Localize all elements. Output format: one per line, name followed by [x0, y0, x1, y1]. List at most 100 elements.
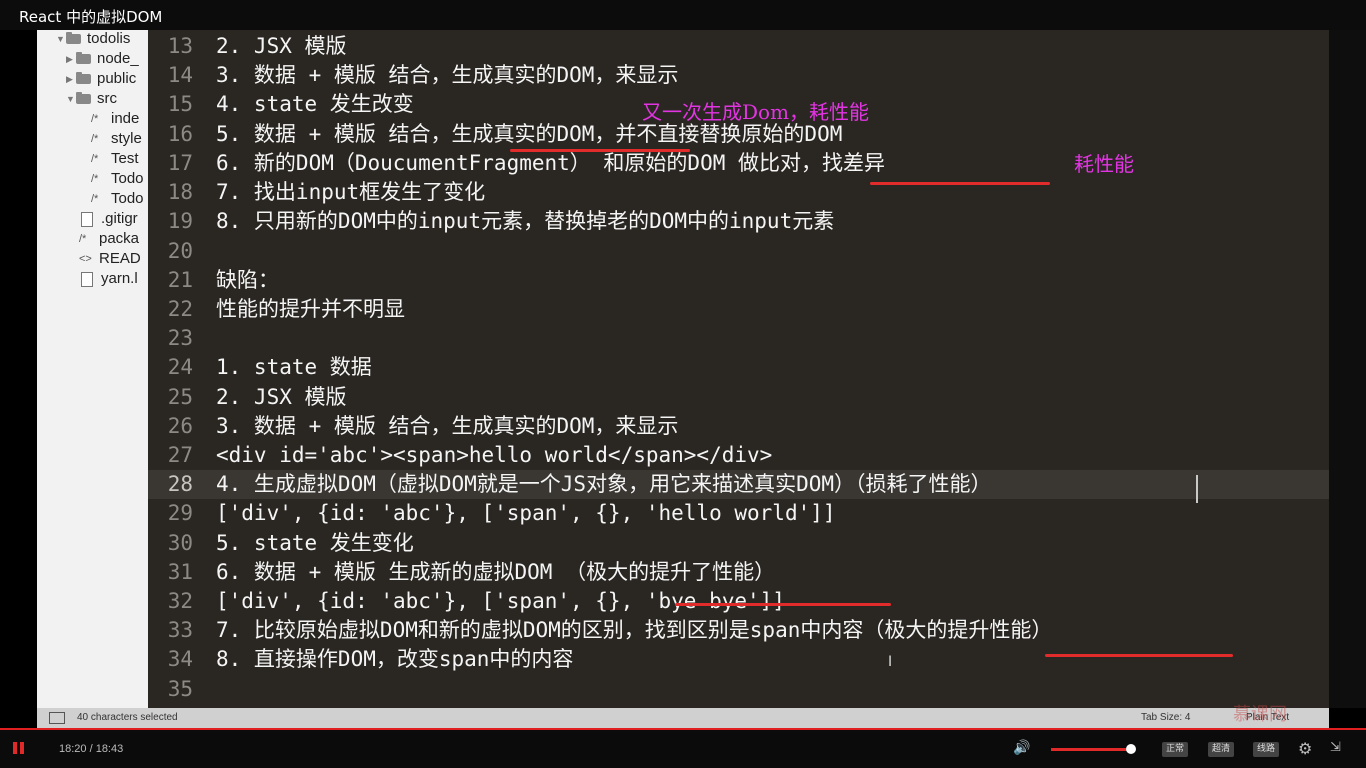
title-bar: React 中的虚拟DOM	[0, 0, 1366, 30]
volume-knob[interactable]	[1126, 744, 1136, 754]
chevron-right-icon: ▶	[66, 53, 73, 64]
line-number: 20	[167, 239, 193, 263]
pause-icon[interactable]	[13, 742, 24, 754]
sidebar-item-index[interactable]: /* inde	[91, 110, 139, 130]
exit-fullscreen-icon[interactable]: ⇲	[1330, 740, 1341, 755]
annotation-regenerate: 又一次生成Dom，耗性能	[642, 100, 870, 124]
code-line[interactable]: 25 2. JSX 模版	[148, 383, 1329, 412]
sidebar-item-style[interactable]: /* style	[91, 130, 142, 150]
code-text: 8. 只用新的DOM中的input元素，替换掉老的DOM中的input元素	[216, 209, 835, 233]
code-line[interactable]: 35	[148, 675, 1329, 704]
sidebar-item-node-modules[interactable]: ▶ node_	[66, 50, 139, 70]
code-text: 8. 直接操作DOM，改变span中的内容	[216, 647, 574, 671]
code-text: 缺陷：	[216, 268, 279, 292]
sidebar-item-src[interactable]: ▼ src	[66, 90, 117, 110]
code-line[interactable]: 23	[148, 324, 1329, 353]
code-line[interactable]: 34 8. 直接操作DOM，改变span中的内容	[148, 645, 1329, 674]
code-line[interactable]: 18 7. 找出input框发生了变化	[148, 178, 1329, 207]
code-file-icon: <>	[79, 253, 92, 266]
gear-icon[interactable]: ⚙	[1298, 739, 1312, 758]
line-number: 24	[167, 355, 193, 379]
code-line[interactable]: 29 ['div', {id: 'abc'}, ['span', {}, 'hel…	[148, 499, 1329, 528]
sidebar-item-package[interactable]: /* packa	[79, 230, 139, 250]
code-line[interactable]: 14 3. 数据 + 模版 结合，生成真实的DOM，来显示	[148, 61, 1329, 90]
sidebar-item-todo-2[interactable]: /* Todo	[91, 190, 144, 210]
route-button[interactable]: 线路	[1253, 742, 1280, 757]
line-number: 19	[167, 209, 193, 233]
code-line[interactable]: 31 6. 数据 + 模版 生成新的虚拟DOM （极大的提升了性能）	[148, 558, 1329, 587]
code-line[interactable]: 21 缺陷：	[148, 266, 1329, 295]
sidebar-item-public[interactable]: ▶ public	[66, 70, 136, 90]
file-icon	[81, 271, 93, 287]
line-number: 30	[167, 531, 193, 555]
code-text: 6. 新的DOM（DoucumentFragment） 和原始的DOM 做比对，…	[216, 151, 886, 175]
code-line-current[interactable]: 28 4. 生成虚拟DOM（虚拟DOM就是一个JS对象，用它来描述真实DOM）（损…	[148, 470, 1329, 499]
code-line[interactable]: 27 <div id='abc'><span>hello world</span>…	[148, 441, 1329, 470]
sidebar-item-test[interactable]: /* Test	[91, 150, 139, 170]
comment-file-icon: /*	[91, 113, 99, 126]
line-number: 21	[167, 268, 193, 292]
folder-icon	[66, 32, 81, 45]
folder-icon	[76, 52, 91, 65]
underline-mark	[1045, 654, 1233, 657]
underline-mark	[870, 182, 1050, 185]
code-line[interactable]: 26 3. 数据 + 模版 结合，生成真实的DOM，来显示	[148, 412, 1329, 441]
line-number: 29	[167, 501, 193, 525]
line-number: 22	[167, 297, 193, 321]
code-line[interactable]: 19 8. 只用新的DOM中的input元素，替换掉老的DOM中的input元素	[148, 207, 1329, 236]
quality-hd-button[interactable]: 超清	[1208, 742, 1235, 757]
line-number: 18	[167, 180, 193, 204]
code-text: 4. state 发生改变	[216, 92, 414, 116]
tab-size-setting[interactable]: Tab Size: 4	[1141, 712, 1190, 723]
line-number: 23	[167, 326, 193, 350]
line-number: 27	[167, 443, 193, 467]
folder-icon	[76, 72, 91, 85]
sidebar-item-yarn-lock[interactable]: yarn.l	[79, 270, 138, 290]
file-icon	[81, 211, 93, 227]
code-line[interactable]: 30 5. state 发生变化	[148, 529, 1329, 558]
sidebar-item-gitignore[interactable]: .gitigr	[79, 210, 138, 230]
code-line[interactable]: 33 7. 比较原始虚拟DOM和新的虚拟DOM的区别，找到区别是span中内容（极…	[148, 616, 1329, 645]
line-number: 33	[167, 618, 193, 642]
file-sidebar: ▼ todolis ▶ node_ ▶ public ▼ src /* inde /* st…	[37, 30, 148, 708]
status-bar: 40 characters selected Tab Size: 4 Plain…	[37, 708, 1329, 728]
code-text: 2. JSX 模版	[216, 34, 347, 58]
underline-mark	[675, 603, 891, 606]
code-line[interactable]: 22 性能的提升并不明显	[148, 295, 1329, 324]
code-text: ['div', {id: 'abc'}, ['span', {}, 'hello…	[216, 501, 836, 525]
line-number: 35	[167, 677, 193, 701]
line-number: 13	[167, 34, 193, 58]
line-number: 15	[167, 92, 193, 116]
quality-normal-button[interactable]: 正常	[1162, 742, 1189, 757]
code-editor[interactable]: 13 2. JSX 模版 14 3. 数据 + 模版 结合，生成真实的DOM，来显示…	[148, 30, 1329, 708]
text-cursor	[1196, 475, 1198, 503]
line-number: 34	[167, 647, 193, 671]
sidebar-item-readme[interactable]: <> READ	[79, 250, 141, 270]
line-number: 14	[167, 63, 193, 87]
line-number: 25	[167, 385, 193, 409]
volume-icon[interactable]: 🔊	[1013, 740, 1030, 756]
ibeam-cursor-icon: I	[888, 654, 893, 670]
code-line[interactable]: 24 1. state 数据	[148, 353, 1329, 382]
selection-status: 40 characters selected	[77, 712, 178, 723]
chevron-down-icon: ▼	[56, 34, 65, 45]
code-line[interactable]: 13 2. JSX 模版	[148, 32, 1329, 61]
code-line[interactable]: 32 ['div', {id: 'abc'}, ['span', {}, 'bye…	[148, 587, 1329, 616]
line-number: 32	[167, 589, 193, 613]
sidebar-item-todolist[interactable]: ▼ todolis	[56, 30, 130, 50]
code-text: 性能的提升并不明显	[216, 297, 405, 321]
panel-toggle-icon[interactable]	[49, 712, 65, 724]
line-number: 31	[167, 560, 193, 584]
sidebar-item-todo-1[interactable]: /* Todo	[91, 170, 144, 190]
code-text: 7. 比较原始虚拟DOM和新的虚拟DOM的区别，找到区别是span中内容（极大的…	[216, 618, 1053, 642]
playback-time: 18:20 / 18:43	[59, 743, 124, 755]
annotation-cost: 耗性能	[1074, 152, 1134, 176]
code-text: 1. state 数据	[216, 355, 372, 379]
code-text: 6. 数据 + 模版 生成新的虚拟DOM （极大的提升了性能）	[216, 560, 776, 584]
line-number: 17	[167, 151, 193, 175]
code-text: 3. 数据 + 模版 结合，生成真实的DOM，来显示	[216, 63, 679, 87]
code-line[interactable]: 17 6. 新的DOM（DoucumentFragment） 和原始的DOM 做比…	[148, 149, 1329, 178]
right-margin	[1329, 30, 1366, 708]
code-line[interactable]: 20	[148, 237, 1329, 266]
volume-slider[interactable]	[1051, 748, 1133, 751]
